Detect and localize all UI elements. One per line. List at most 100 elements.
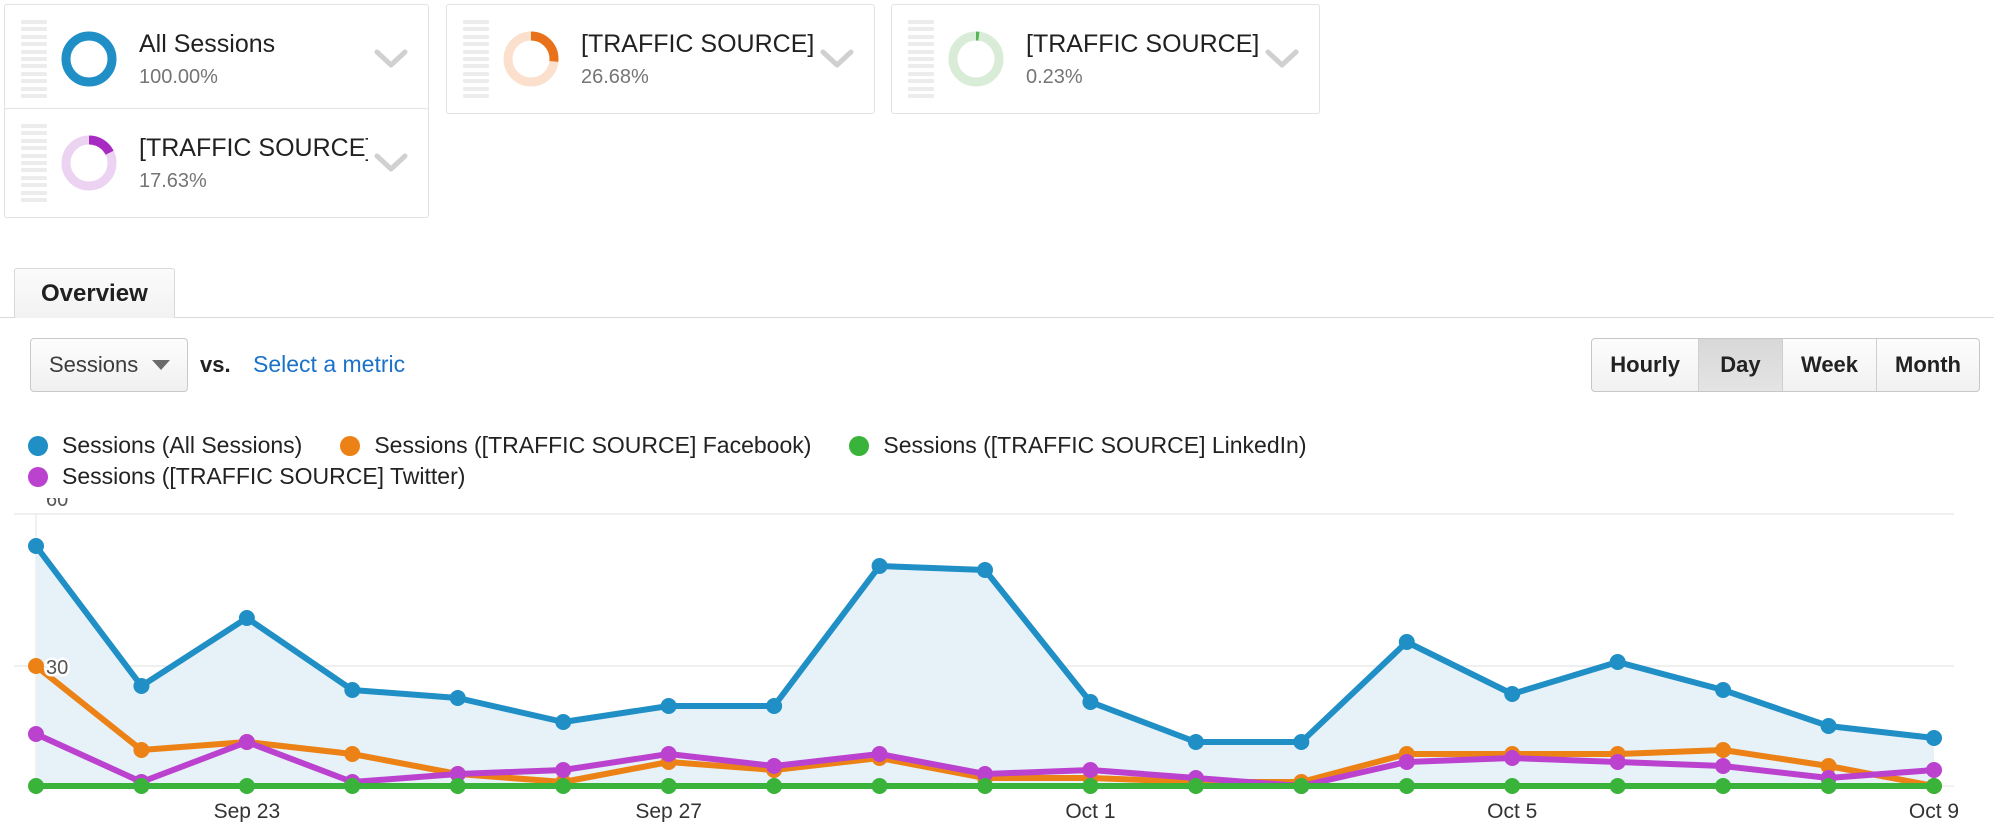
data-point[interactable] bbox=[977, 562, 993, 578]
data-point[interactable] bbox=[1609, 778, 1626, 794]
data-point[interactable] bbox=[238, 734, 255, 750]
segment-text: [TRAFFIC SOURCE] Twit… 17.63% bbox=[139, 133, 368, 194]
data-point[interactable] bbox=[1504, 686, 1521, 702]
data-point[interactable] bbox=[871, 778, 888, 794]
chevron-down-icon bbox=[152, 360, 171, 370]
segment-card-3[interactable]: [TRAFFIC SOURCE] Lin… 0.23% bbox=[891, 4, 1320, 114]
granularity-hourly-button[interactable]: Hourly bbox=[1592, 339, 1699, 391]
legend-color-swatch bbox=[849, 435, 870, 456]
data-point[interactable] bbox=[1820, 778, 1837, 794]
data-point[interactable] bbox=[1715, 758, 1732, 774]
data-point[interactable] bbox=[660, 778, 677, 794]
data-point[interactable] bbox=[766, 778, 783, 794]
data-point[interactable] bbox=[238, 778, 255, 794]
data-point[interactable] bbox=[1082, 762, 1099, 778]
data-point[interactable] bbox=[977, 778, 993, 794]
tab-overview[interactable]: Overview bbox=[14, 268, 175, 318]
data-point[interactable] bbox=[1926, 762, 1942, 778]
data-point[interactable] bbox=[1609, 654, 1626, 670]
donut-chart-icon bbox=[944, 27, 1008, 91]
data-point[interactable] bbox=[1715, 742, 1732, 758]
data-point[interactable] bbox=[1187, 778, 1204, 794]
data-point[interactable] bbox=[1293, 734, 1310, 750]
legend-color-swatch bbox=[28, 466, 48, 487]
legend-item-3[interactable]: Sessions ([TRAFFIC SOURCE] LinkedIn) bbox=[849, 432, 1306, 459]
segment-text: All Sessions 100.00% bbox=[139, 29, 368, 90]
data-point[interactable] bbox=[1504, 778, 1521, 794]
data-point[interactable] bbox=[1926, 778, 1942, 794]
select-a-metric-link[interactable]: Select a metric bbox=[253, 351, 405, 378]
data-point[interactable] bbox=[344, 778, 361, 794]
segment-card-4[interactable]: [TRAFFIC SOURCE] Twit… 17.63% bbox=[4, 108, 429, 218]
segment-bars-icon bbox=[21, 20, 47, 98]
x-axis-tick-label: Oct 9 bbox=[1909, 800, 1959, 822]
data-point[interactable] bbox=[1082, 694, 1099, 710]
chart-legend: Sessions (All Sessions) Sessions ([TRAFFI… bbox=[28, 432, 1728, 490]
data-point[interactable] bbox=[1715, 682, 1732, 698]
segment-bars-icon bbox=[21, 124, 47, 202]
data-point[interactable] bbox=[449, 690, 466, 706]
data-point[interactable] bbox=[449, 778, 466, 794]
data-point[interactable] bbox=[28, 658, 44, 674]
data-point[interactable] bbox=[766, 758, 783, 774]
x-axis-tick-label: Sep 27 bbox=[635, 800, 702, 822]
legend-item-2[interactable]: Sessions ([TRAFFIC SOURCE] Facebook) bbox=[340, 432, 811, 459]
segment-text: [TRAFFIC SOURCE] Lin… 0.23% bbox=[1026, 29, 1259, 90]
data-point[interactable] bbox=[660, 698, 677, 714]
metric-select[interactable]: Sessions bbox=[30, 338, 188, 392]
data-point[interactable] bbox=[1926, 730, 1942, 746]
data-point[interactable] bbox=[555, 714, 572, 730]
segment-card-2[interactable]: [TRAFFIC SOURCE] Fac… 26.68% bbox=[446, 4, 875, 114]
data-point[interactable] bbox=[1398, 634, 1415, 650]
x-axis-tick-label: Oct 1 bbox=[1065, 800, 1115, 822]
granularity-toggle-group: Hourly Day Week Month bbox=[1591, 338, 1980, 392]
data-point[interactable] bbox=[1082, 778, 1099, 794]
y-axis-tick-label: 60 bbox=[46, 498, 68, 511]
granularity-month-button[interactable]: Month bbox=[1877, 339, 1979, 391]
data-point[interactable] bbox=[28, 778, 44, 794]
segment-percent: 0.23% bbox=[1026, 65, 1083, 88]
legend-color-swatch bbox=[28, 435, 48, 456]
donut-chart-icon bbox=[57, 131, 121, 195]
granularity-week-button[interactable]: Week bbox=[1783, 339, 1878, 391]
data-point[interactable] bbox=[766, 698, 783, 714]
data-point[interactable] bbox=[1820, 718, 1837, 734]
chevron-down-icon[interactable] bbox=[368, 36, 414, 82]
donut-chart-icon bbox=[57, 27, 121, 91]
chevron-down-icon[interactable] bbox=[1259, 36, 1305, 82]
chevron-down-icon[interactable] bbox=[368, 140, 414, 186]
granularity-day-button[interactable]: Day bbox=[1698, 339, 1783, 391]
legend-label: Sessions ([TRAFFIC SOURCE] Facebook) bbox=[374, 432, 812, 458]
segment-percent: 17.63% bbox=[139, 169, 207, 192]
data-point[interactable] bbox=[1715, 778, 1732, 794]
data-point[interactable] bbox=[238, 610, 255, 626]
data-point[interactable] bbox=[1398, 754, 1415, 770]
data-point[interactable] bbox=[1398, 778, 1415, 794]
data-point[interactable] bbox=[660, 746, 677, 762]
data-point[interactable] bbox=[871, 558, 888, 574]
data-point[interactable] bbox=[28, 726, 44, 742]
legend-label: Sessions ([TRAFFIC SOURCE] LinkedIn) bbox=[883, 432, 1307, 458]
tab-strip: Overview bbox=[0, 268, 1994, 318]
tab-overview-label: Overview bbox=[41, 279, 148, 307]
data-point[interactable] bbox=[1293, 778, 1310, 794]
data-point[interactable] bbox=[555, 778, 572, 794]
legend-item-1[interactable]: Sessions (All Sessions) bbox=[28, 432, 302, 459]
segment-card-1[interactable]: All Sessions 100.00% bbox=[4, 4, 429, 114]
data-point[interactable] bbox=[555, 762, 572, 778]
data-point[interactable] bbox=[1609, 754, 1626, 770]
legend-item-4[interactable]: Sessions ([TRAFFIC SOURCE] Twitter) bbox=[28, 463, 465, 490]
data-point[interactable] bbox=[871, 746, 888, 762]
data-point[interactable] bbox=[1504, 750, 1521, 766]
data-point[interactable] bbox=[133, 742, 150, 758]
chevron-down-icon[interactable] bbox=[814, 36, 860, 82]
data-point[interactable] bbox=[133, 678, 150, 694]
data-point[interactable] bbox=[28, 538, 44, 554]
data-point[interactable] bbox=[133, 778, 150, 794]
data-point[interactable] bbox=[344, 746, 361, 762]
vs-label: vs. bbox=[200, 352, 231, 377]
data-point[interactable] bbox=[1187, 734, 1204, 750]
segment-text: [TRAFFIC SOURCE] Fac… 26.68% bbox=[581, 29, 814, 90]
data-point[interactable] bbox=[344, 682, 361, 698]
x-axis-tick-label: Sep 23 bbox=[214, 800, 281, 822]
